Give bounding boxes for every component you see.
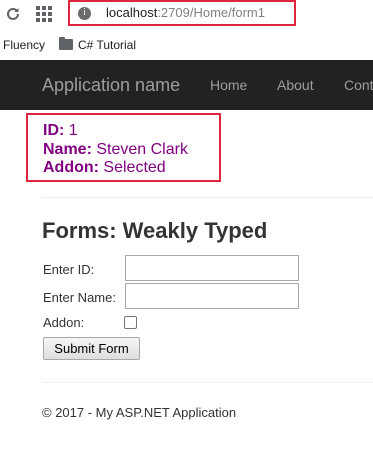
submitted-result-box: ID: 1 Name: Steven Clark Addon: Selected — [26, 113, 221, 182]
bookmark-fluency[interactable]: Fluency — [3, 38, 45, 52]
addon-label: Addon: — [43, 315, 85, 330]
enter-name-label: Enter Name: — [43, 290, 116, 305]
result-id-label: ID: — [43, 122, 65, 139]
nav-link-about[interactable]: About — [277, 77, 314, 94]
submit-form-button[interactable]: Submit Form — [43, 337, 140, 360]
nav-link-contact[interactable]: Cont — [344, 77, 373, 94]
result-addon: Addon: Selected — [43, 158, 166, 177]
result-id-value: 1 — [64, 122, 78, 139]
enter-id-label: Enter ID: — [43, 262, 95, 277]
divider — [42, 197, 373, 198]
url-text: localhost:2709/Home/form1 — [106, 5, 265, 21]
result-addon-value: Selected — [98, 159, 166, 176]
apps-grid-icon[interactable] — [36, 6, 52, 22]
form-title: Forms: Weakly Typed — [42, 218, 268, 243]
browser-toolbar: i localhost:2709/Home/form1 — [0, 0, 373, 30]
url-host: localhost — [106, 5, 158, 20]
site-navbar: Application name Home About Cont — [0, 60, 373, 110]
result-name-value: Steven Clark — [91, 141, 188, 158]
folder-icon — [59, 37, 73, 50]
result-name: Name: Steven Clark — [43, 140, 188, 159]
bookmarks-bar: Fluency C# Tutorial — [0, 34, 373, 58]
reload-icon[interactable] — [5, 6, 21, 22]
result-id: ID: 1 — [43, 121, 78, 140]
addon-checkbox[interactable] — [124, 316, 137, 329]
footer-copyright: © 2017 - My ASP.NET Application — [42, 405, 237, 420]
site-info-icon[interactable]: i — [78, 7, 91, 20]
url-path: :2709/Home/form1 — [157, 5, 265, 20]
nav-link-home[interactable]: Home — [210, 77, 247, 94]
address-bar[interactable]: i localhost:2709/Home/form1 — [68, 0, 296, 26]
id-input[interactable] — [125, 255, 299, 281]
name-input[interactable] — [125, 283, 299, 309]
result-name-label: Name: — [43, 141, 92, 158]
divider — [42, 382, 373, 383]
bookmark-csharp-tutorial[interactable]: C# Tutorial — [78, 38, 136, 52]
brand-link[interactable]: Application name — [42, 74, 180, 96]
result-addon-label: Addon: — [43, 159, 99, 176]
